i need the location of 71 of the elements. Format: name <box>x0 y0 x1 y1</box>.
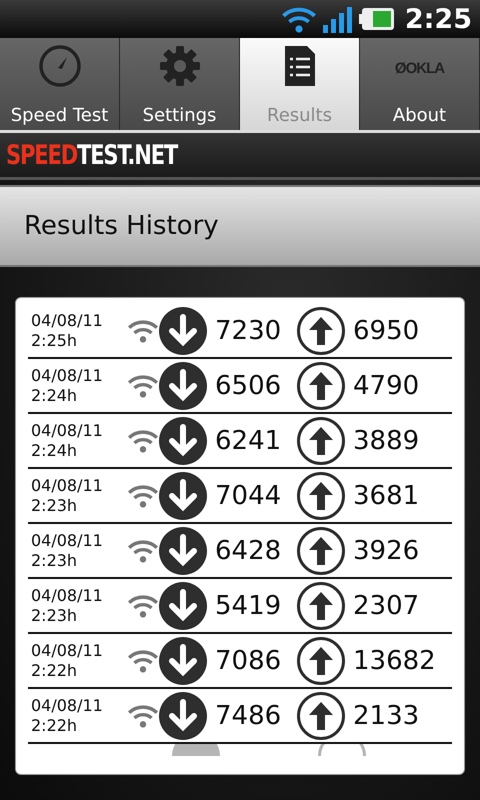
document-icon <box>282 44 316 88</box>
download-icon <box>172 744 220 756</box>
result-time: 2:25h <box>31 330 78 350</box>
download-icon <box>159 692 207 740</box>
signal-icon <box>322 5 353 33</box>
wifi-icon <box>127 592 159 618</box>
ookla-logo: ØOKLA <box>394 58 444 78</box>
wifi-icon <box>127 318 159 344</box>
result-date: 04/08/11 <box>31 640 104 660</box>
upload-speed: 2133 <box>353 700 420 730</box>
download-speed: 7230 <box>215 316 282 346</box>
wifi-icon <box>127 538 159 564</box>
result-date: 04/08/11 <box>31 366 104 386</box>
upload-speed: 2307 <box>353 590 420 620</box>
result-date: 04/08/11 <box>31 310 104 330</box>
download-icon <box>159 416 207 464</box>
download-speed: 5419 <box>215 590 282 620</box>
upload-speed: 4790 <box>353 370 420 400</box>
wifi-icon <box>127 482 159 508</box>
download-icon <box>159 526 207 574</box>
upload-speed: 13682 <box>353 646 435 676</box>
upload-icon <box>297 526 345 574</box>
download-speed: 6506 <box>215 370 282 400</box>
app-logo: SPEEDTEST.NET <box>6 140 178 170</box>
wifi-icon <box>127 372 159 398</box>
wifi-icon <box>127 428 159 454</box>
wifi-icon <box>127 648 159 674</box>
result-date: 04/08/11 <box>31 586 104 606</box>
result-date: 04/08/11 <box>31 696 104 716</box>
upload-icon <box>297 636 345 684</box>
clock: 2:25 <box>404 4 472 34</box>
settings-icon <box>158 44 202 88</box>
upload-icon <box>297 472 345 520</box>
tab[interactable]: ØOKLA About <box>360 38 480 130</box>
upload-icon <box>297 692 345 740</box>
result-date: 04/08/11 <box>31 420 104 440</box>
wifi-icon <box>127 702 159 728</box>
download-speed: 7044 <box>215 480 282 510</box>
result-time: 2:24h <box>31 386 78 406</box>
download-speed: 7086 <box>215 646 282 676</box>
upload-speed: 6950 <box>353 316 420 346</box>
download-icon <box>159 306 207 354</box>
upload-speed: 3926 <box>353 536 420 566</box>
download-icon <box>159 582 207 630</box>
result-time: 2:23h <box>31 496 78 516</box>
section-title: Results History <box>24 211 219 241</box>
upload-icon <box>297 306 345 354</box>
result-date: 04/08/11 <box>31 530 104 550</box>
tab[interactable]: Speed Test <box>0 38 120 130</box>
upload-icon <box>318 744 366 756</box>
download-icon <box>159 472 207 520</box>
tab[interactable]: Settings <box>120 38 240 130</box>
upload-speed: 3681 <box>353 480 420 510</box>
upload-icon <box>297 362 345 410</box>
download-speed: 6428 <box>215 536 282 566</box>
download-speed: 6241 <box>215 426 282 456</box>
upload-speed: 3889 <box>353 426 420 456</box>
result-time: 2:23h <box>31 550 78 570</box>
result-time: 2:22h <box>31 716 78 736</box>
download-icon <box>159 636 207 684</box>
download-icon <box>159 362 207 410</box>
upload-icon <box>297 416 345 464</box>
result-date: 04/08/11 <box>31 476 104 496</box>
battery-icon <box>358 7 395 31</box>
download-speed: 7486 <box>215 700 282 730</box>
result-time: 2:22h <box>31 660 78 680</box>
gauge-icon <box>38 44 82 88</box>
result-time: 2:24h <box>31 440 78 460</box>
result-time: 2:23h <box>31 606 78 626</box>
wifi-icon <box>280 4 317 34</box>
upload-icon <box>297 582 345 630</box>
